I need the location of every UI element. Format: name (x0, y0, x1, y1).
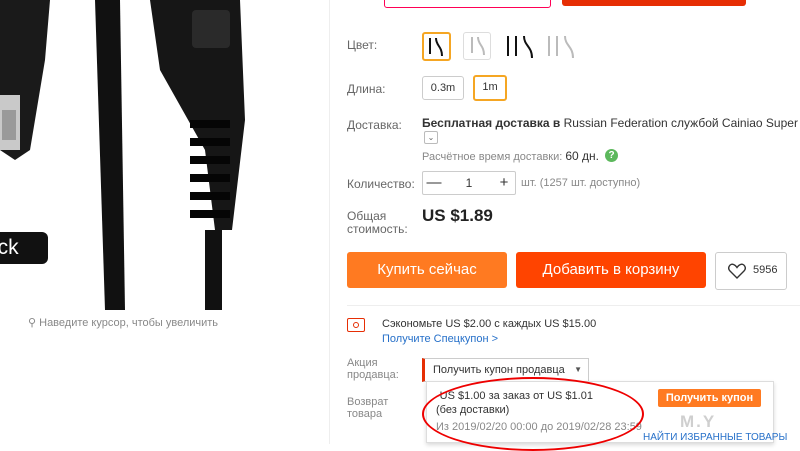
total-label-line2: стоимость: (347, 222, 408, 236)
buy-now-button[interactable]: Купить сейчас (347, 252, 507, 288)
zoom-hint-text: Наведите курсор, чтобы увеличить (39, 317, 219, 329)
find-featured-products-link[interactable]: НАЙТИ ИЗБРАННЫЕ ТОВАРЫ (643, 432, 787, 443)
product-image[interactable] (0, 0, 330, 310)
quantity-label: Количество: (347, 177, 415, 191)
help-icon[interactable]: ? (605, 149, 618, 162)
cable-thumbnail-icon (548, 35, 574, 59)
delivery-text: Бесплатная доставка в Russian Federation… (422, 116, 800, 130)
color-swatch-4[interactable] (545, 32, 574, 59)
quantity-input[interactable]: 1 (445, 172, 493, 194)
return-label-line1: Возврат (347, 396, 389, 408)
total-label-line1: Общая (347, 209, 387, 223)
cable-thumbnail-icon (471, 36, 485, 56)
return-label-line2: товара (347, 408, 383, 420)
add-to-cart-button[interactable]: Добавить в корзину (516, 252, 706, 288)
cable-thumbnail-icon (429, 37, 443, 57)
color-swatch-1[interactable] (422, 32, 451, 61)
quantity-minus-button[interactable]: — (423, 172, 445, 194)
length-option-0.3m[interactable]: 0.3m (422, 76, 464, 100)
seller-promo-label-line2: продавца: (347, 369, 399, 381)
color-label: Цвет: (347, 38, 378, 52)
get-special-coupon-link[interactable]: Получите Спецкупон > (382, 333, 498, 345)
total-price: US $1.89 (422, 206, 493, 225)
cable-thumbnail-icon (507, 35, 533, 59)
coupon-icon (347, 318, 365, 332)
color-swatch-2[interactable] (463, 32, 491, 60)
delivery-dropdown-chevron-icon[interactable]: ⌄ (424, 131, 438, 144)
get-coupon-button[interactable]: Получить купон (658, 389, 761, 407)
top-primary-button[interactable] (562, 0, 746, 6)
length-option-1m[interactable]: 1m (473, 75, 507, 101)
cable-photo (0, 0, 245, 310)
quantity-stepper: — 1 + (422, 171, 516, 195)
image-caption-label: ack (0, 232, 48, 264)
top-secondary-button[interactable] (384, 0, 551, 8)
seller-promo-label-line1: Акция (347, 357, 378, 369)
save-promo-text: Сэкономьте US $2.00 с каждых US $15.00 (382, 318, 597, 330)
delivery-estimate-label: Расчётное время доставки: (422, 151, 563, 163)
delivery-estimate-value: 60 дн. (565, 149, 600, 163)
length-label: Длина: (347, 82, 386, 96)
annotation-ellipse (422, 377, 644, 451)
quantity-available: шт. (1257 шт. доступно) (521, 177, 641, 189)
seller-coupon-label: Получить купон продавца (433, 364, 565, 376)
wishlist-button[interactable]: 5956 (715, 252, 787, 290)
section-divider (347, 305, 800, 306)
divider (329, 0, 330, 444)
magnifier-icon: ⚲ (28, 317, 37, 329)
delivery-estimate: Расчётное время доставки: 60 дн. (422, 149, 599, 163)
delivery-service-text: Russian Federation службой Cainiao Super… (563, 116, 800, 130)
heart-icon (728, 263, 746, 279)
delivery-label: Доставка: (347, 118, 402, 132)
delivery-free-text: Бесплатная доставка в (422, 116, 561, 130)
watermark: M.Y (680, 412, 717, 431)
color-swatch-3[interactable] (504, 32, 533, 59)
caret-down-icon: ▼ (574, 365, 582, 374)
quantity-plus-button[interactable]: + (493, 172, 515, 194)
zoom-hint: ⚲ Наведите курсор, чтобы увеличить (28, 316, 218, 329)
wishlist-count: 5956 (753, 264, 778, 276)
